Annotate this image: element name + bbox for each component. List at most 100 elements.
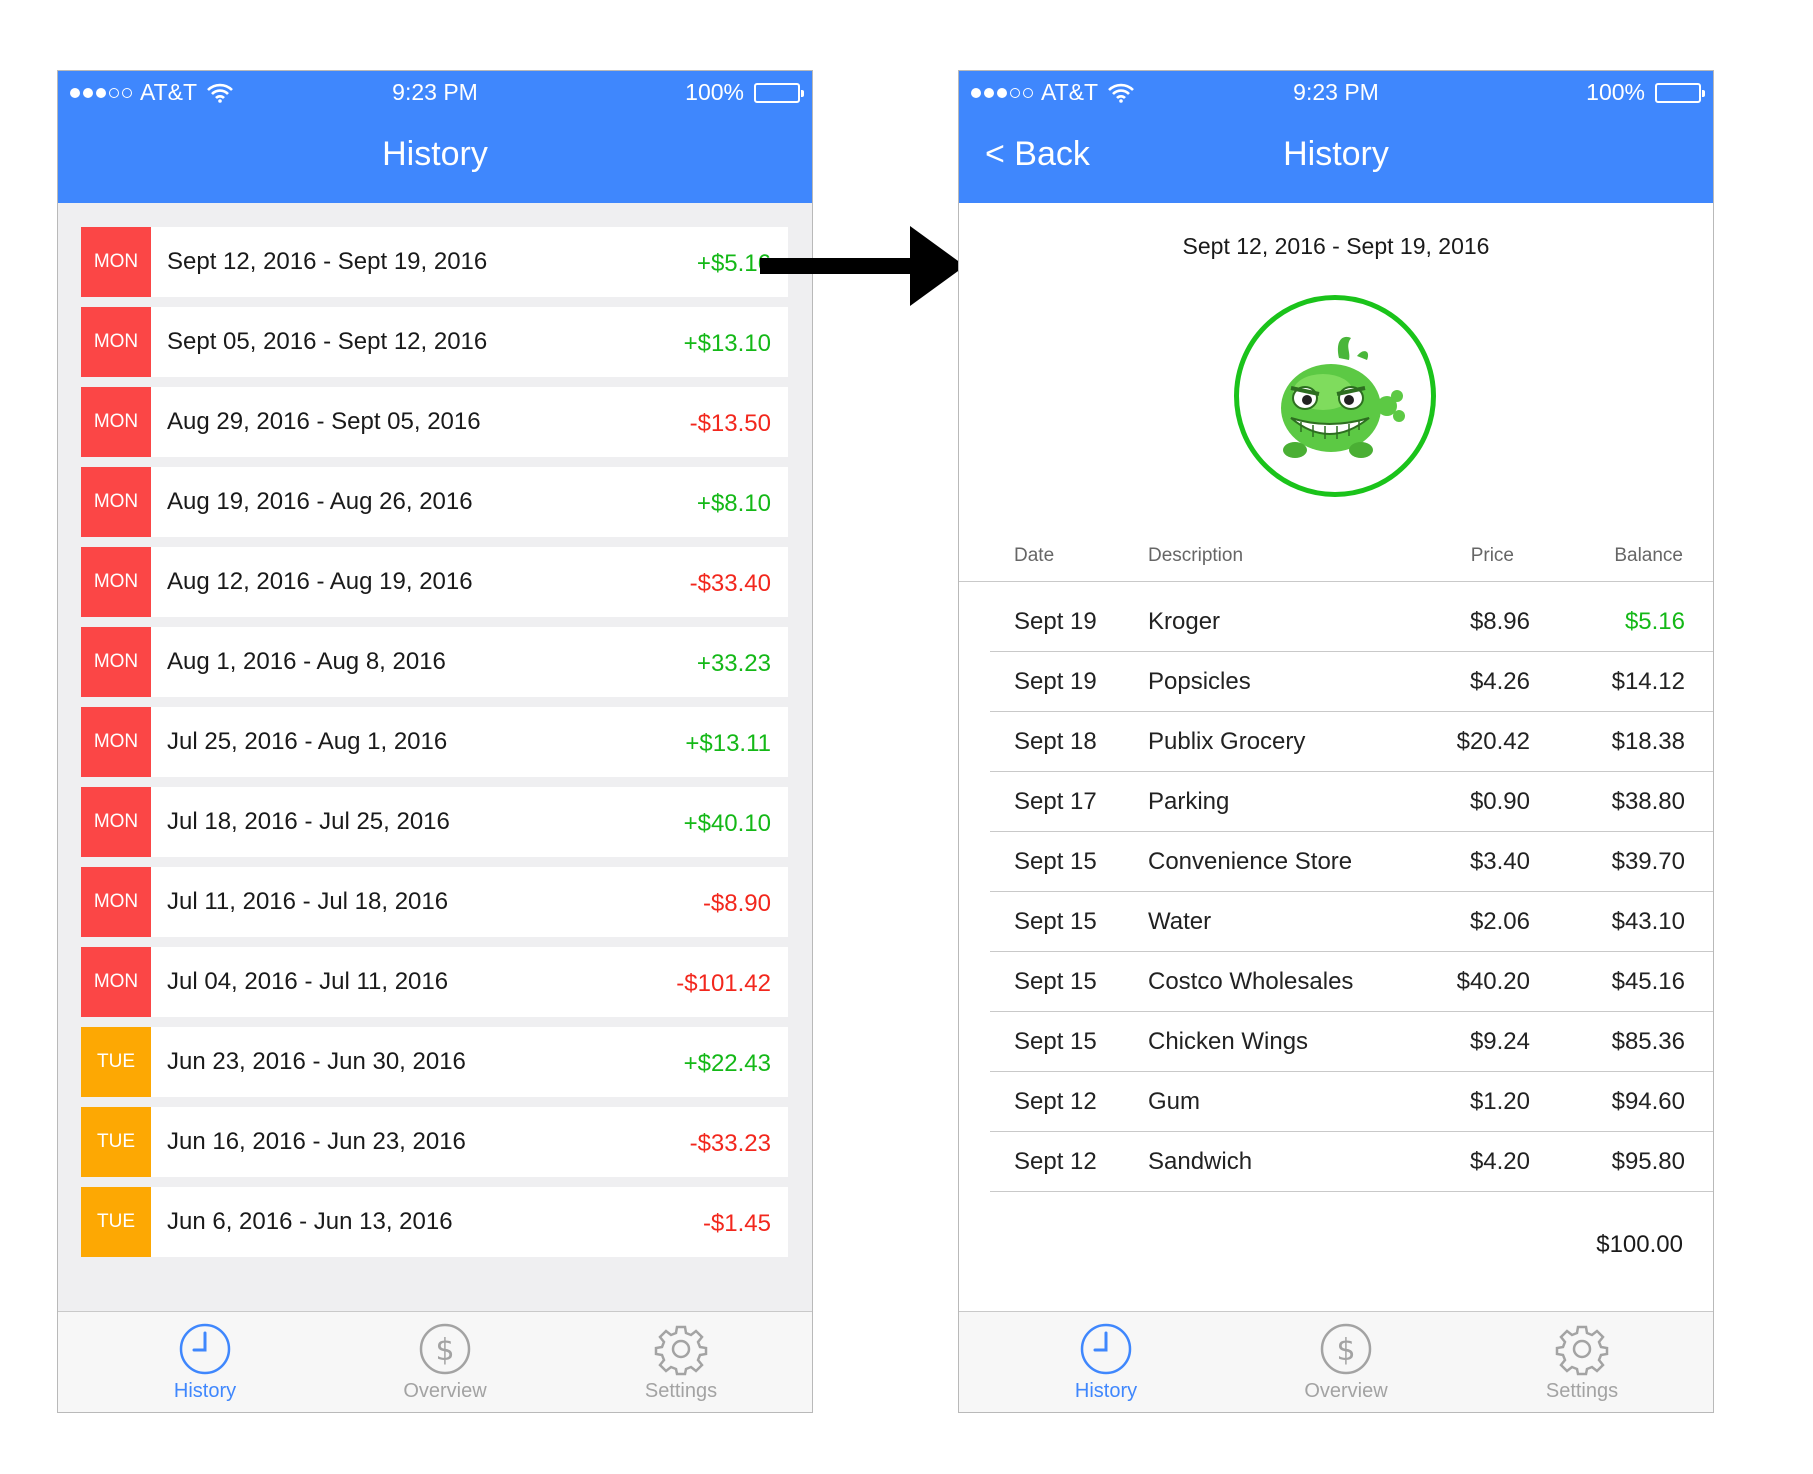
transaction-price: $0.90 [1469, 788, 1530, 815]
dollar-icon: $ [1266, 1322, 1426, 1376]
week-row[interactable]: MON Aug 29, 2016 - Sept 05, 2016 -$13.50 [81, 387, 788, 457]
tab-settings[interactable]: Settings [601, 1322, 761, 1403]
transaction-row[interactable]: Sept 15 Costco Wholesales $40.20 $45.16 [990, 952, 1713, 1012]
week-row[interactable]: MON Jul 25, 2016 - Aug 1, 2016 +$13.11 [81, 707, 788, 777]
tab-label: History [173, 1380, 237, 1402]
transaction-description: Kroger [1148, 608, 1221, 635]
transaction-description: Costco Wholesales [1148, 968, 1354, 995]
day-badge: MON [81, 707, 151, 777]
week-range: Jul 04, 2016 - Jul 11, 2016 [167, 968, 449, 995]
transaction-price: $2.06 [1469, 908, 1530, 935]
transaction-balance: $94.60 [1611, 1088, 1685, 1115]
day-badge: MON [81, 547, 151, 617]
transaction-description: Parking [1148, 788, 1230, 815]
header-divider [959, 581, 1713, 582]
transaction-price: $8.96 [1469, 608, 1530, 635]
transaction-balance: $43.10 [1611, 908, 1685, 935]
week-range: Aug 12, 2016 - Aug 19, 2016 [167, 568, 473, 595]
week-row[interactable]: MON Jul 04, 2016 - Jul 11, 2016 -$101.42 [81, 947, 788, 1017]
week-range: Aug 19, 2016 - Aug 26, 2016 [167, 488, 473, 515]
gear-icon [601, 1322, 761, 1376]
day-badge: MON [81, 227, 151, 297]
week-row[interactable]: MON Jul 18, 2016 - Jul 25, 2016 +$40.10 [81, 787, 788, 857]
transaction-row[interactable]: Sept 15 Water $2.06 $43.10 [990, 892, 1713, 952]
week-row[interactable]: MON Jul 11, 2016 - Jul 18, 2016 -$8.90 [81, 867, 788, 937]
column-header-date: Date [1014, 545, 1055, 566]
transaction-balance: $38.80 [1611, 788, 1685, 815]
battery-percent: 100% [685, 79, 744, 105]
week-range-heading: Sept 12, 2016 - Sept 19, 2016 [1182, 233, 1490, 259]
week-amount: +$40.10 [683, 810, 771, 837]
status-bar: AT&T 9:23 PM 100% [959, 71, 1713, 111]
transaction-price: $40.20 [1456, 968, 1530, 995]
transition-arrow-icon [760, 226, 965, 306]
week-row[interactable]: MON Sept 05, 2016 - Sept 12, 2016 +$13.10 [81, 307, 788, 377]
status-bar: AT&T 9:23 PM 100% [58, 71, 812, 111]
svg-text:$: $ [1336, 1333, 1355, 1368]
week-row[interactable]: MON Aug 12, 2016 - Aug 19, 2016 -$33.40 [81, 547, 788, 617]
week-row[interactable]: TUE Jun 6, 2016 - Jun 13, 2016 -$1.45 [81, 1187, 788, 1257]
week-amount: -$101.42 [676, 970, 771, 997]
transaction-row[interactable]: Sept 17 Parking $0.90 $38.80 [990, 772, 1713, 832]
transaction-date: Sept 15 [1014, 848, 1097, 875]
week-row[interactable]: TUE Jun 16, 2016 - Jun 23, 2016 -$33.23 [81, 1107, 788, 1177]
week-row[interactable]: MON Aug 19, 2016 - Aug 26, 2016 +$8.10 [81, 467, 788, 537]
tab-overview[interactable]: $ Overview [1266, 1322, 1426, 1403]
transaction-row[interactable]: Sept 18 Publix Grocery $20.42 $18.38 [990, 712, 1713, 772]
transaction-description: Water [1148, 908, 1212, 935]
week-range: Jun 6, 2016 - Jun 13, 2016 [167, 1208, 453, 1235]
week-amount: +$13.11 [685, 730, 771, 757]
week-row[interactable]: MON Aug 1, 2016 - Aug 8, 2016 +33.23 [81, 627, 788, 697]
week-row[interactable]: MON Sept 12, 2016 - Sept 19, 2016 +$5.16 [81, 227, 788, 297]
transaction-balance: $95.80 [1611, 1148, 1685, 1175]
starting-balance: $100.00 [1596, 1231, 1683, 1258]
transaction-balance: $5.16 [1624, 608, 1685, 635]
nav-bar: < Back History [959, 111, 1713, 203]
week-amount: +$22.43 [683, 1050, 771, 1077]
transaction-row[interactable]: Sept 19 Popsicles $4.26 $14.12 [990, 652, 1713, 712]
transaction-description: Gum [1148, 1088, 1201, 1115]
battery-percent: 100% [1586, 79, 1645, 105]
transaction-balance: $45.16 [1611, 968, 1685, 995]
transaction-date: Sept 15 [1014, 1028, 1097, 1055]
tab-history[interactable]: History [125, 1322, 285, 1403]
transaction-description: Chicken Wings [1148, 1028, 1309, 1055]
transaction-price: $9.24 [1469, 1028, 1530, 1055]
transaction-price: $4.26 [1469, 668, 1530, 695]
day-badge: MON [81, 947, 151, 1017]
page-title: History [382, 135, 488, 173]
transaction-description: Publix Grocery [1148, 728, 1306, 755]
week-range: Jul 18, 2016 - Jul 25, 2016 [167, 808, 450, 835]
transaction-description: Convenience Store [1148, 848, 1353, 875]
day-badge: TUE [81, 1107, 151, 1177]
transaction-row[interactable]: Sept 15 Convenience Store $3.40 $39.70 [990, 832, 1713, 892]
week-row[interactable]: TUE Jun 23, 2016 - Jun 30, 2016 +$22.43 [81, 1027, 788, 1097]
avatar [1234, 295, 1436, 497]
transaction-price: $4.20 [1469, 1148, 1530, 1175]
transaction-row[interactable]: Sept 12 Gum $1.20 $94.60 [990, 1072, 1713, 1132]
day-badge: MON [81, 387, 151, 457]
tab-history[interactable]: History [1026, 1322, 1186, 1403]
tab-label: Overview [403, 1380, 487, 1402]
tab-bar: History $ Overview Settings [959, 1311, 1713, 1412]
day-badge: MON [81, 627, 151, 697]
day-badge: MON [81, 787, 151, 857]
transaction-price: $1.20 [1469, 1088, 1530, 1115]
clock-icon [1026, 1322, 1186, 1376]
tab-label: Settings [644, 1380, 718, 1402]
tab-settings[interactable]: Settings [1502, 1322, 1662, 1403]
dollar-icon: $ [365, 1322, 525, 1376]
week-range: Sept 12, 2016 - Sept 19, 2016 [167, 248, 488, 275]
transaction-date: Sept 12 [1014, 1088, 1097, 1115]
week-amount: -$13.50 [689, 410, 771, 437]
tab-overview[interactable]: $ Overview [365, 1322, 525, 1403]
transaction-price: $3.40 [1469, 848, 1530, 875]
week-range: Aug 29, 2016 - Sept 05, 2016 [167, 408, 481, 435]
transaction-row[interactable]: Sept 19 Kroger $8.96 $5.16 [990, 592, 1713, 652]
tab-label: History [1074, 1380, 1138, 1402]
transaction-row[interactable]: Sept 12 Sandwich $4.20 $95.80 [990, 1132, 1713, 1192]
transaction-row[interactable]: Sept 15 Chicken Wings $9.24 $85.36 [990, 1012, 1713, 1072]
page-title: History [1283, 135, 1389, 173]
week-amount: -$1.45 [702, 1210, 771, 1237]
battery-icon [754, 82, 804, 103]
